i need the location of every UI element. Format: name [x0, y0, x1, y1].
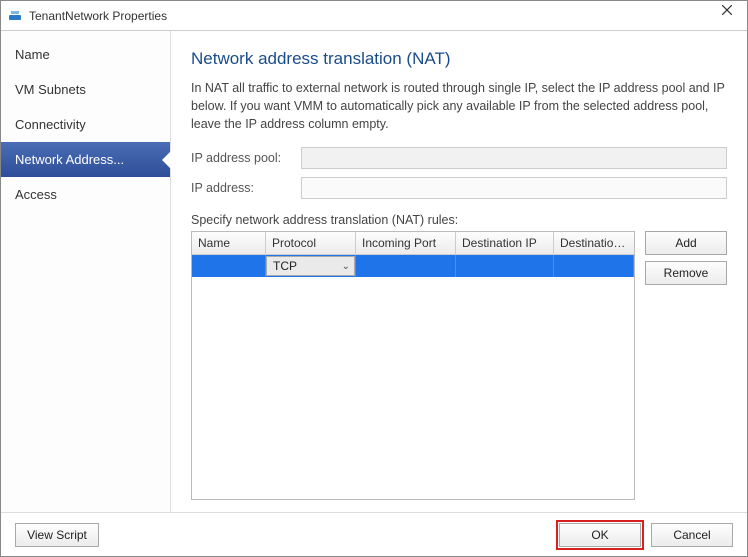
window-title: TenantNetwork Properties	[29, 9, 707, 23]
sidebar-item-access[interactable]: Access	[1, 177, 170, 212]
cell-destination-port[interactable]	[554, 255, 634, 277]
rules-label: Specify network address translation (NAT…	[191, 213, 727, 227]
remove-button[interactable]: Remove	[645, 261, 727, 285]
dialog-body: Name VM Subnets Connectivity Network Add…	[1, 31, 747, 512]
column-header-destination-port[interactable]: Destination P...	[554, 232, 634, 254]
column-header-protocol[interactable]: Protocol	[266, 232, 356, 254]
grid-body: TCP ⌄	[192, 255, 634, 499]
page-description: In NAT all traffic to external network i…	[191, 79, 727, 133]
cell-name[interactable]	[192, 255, 266, 277]
close-button[interactable]	[707, 1, 747, 30]
cell-destination-ip[interactable]	[456, 255, 554, 277]
sidebar-item-network-address[interactable]: Network Address...	[1, 142, 170, 177]
sidebar-item-vm-subnets[interactable]: VM Subnets	[1, 72, 170, 107]
dialog-footer: View Script OK Cancel	[1, 512, 747, 556]
cancel-button[interactable]: Cancel	[651, 523, 733, 547]
column-header-destination-ip[interactable]: Destination IP	[456, 232, 554, 254]
ip-pool-row: IP address pool:	[191, 147, 727, 169]
add-button[interactable]: Add	[645, 231, 727, 255]
ip-pool-field	[301, 147, 727, 169]
cell-incoming-port[interactable]	[356, 255, 456, 277]
table-row[interactable]: TCP ⌄	[192, 255, 634, 277]
dialog-window: TenantNetwork Properties Name VM Subnets…	[0, 0, 748, 557]
ip-address-row: IP address:	[191, 177, 727, 199]
main-panel: Network address translation (NAT) In NAT…	[171, 31, 747, 512]
app-icon	[7, 8, 23, 24]
protocol-value: TCP	[273, 259, 297, 273]
sidebar: Name VM Subnets Connectivity Network Add…	[1, 31, 171, 512]
grid-side-buttons: Add Remove	[645, 231, 727, 500]
ip-pool-label: IP address pool:	[191, 151, 301, 165]
view-script-button[interactable]: View Script	[15, 523, 99, 547]
rules-grid: Name Protocol Incoming Port Destination …	[191, 231, 635, 500]
rules-area: Name Protocol Incoming Port Destination …	[191, 231, 727, 500]
sidebar-item-connectivity[interactable]: Connectivity	[1, 107, 170, 142]
cell-protocol[interactable]: TCP ⌄	[266, 255, 356, 277]
ip-address-label: IP address:	[191, 181, 301, 195]
ip-address-field[interactable]	[301, 177, 727, 199]
titlebar: TenantNetwork Properties	[1, 1, 747, 31]
grid-header: Name Protocol Incoming Port Destination …	[192, 232, 634, 255]
column-header-incoming-port[interactable]: Incoming Port	[356, 232, 456, 254]
ok-button[interactable]: OK	[559, 523, 641, 547]
column-header-name[interactable]: Name	[192, 232, 266, 254]
page-heading: Network address translation (NAT)	[191, 49, 727, 69]
sidebar-item-name[interactable]: Name	[1, 37, 170, 72]
chevron-down-icon: ⌄	[342, 261, 350, 272]
